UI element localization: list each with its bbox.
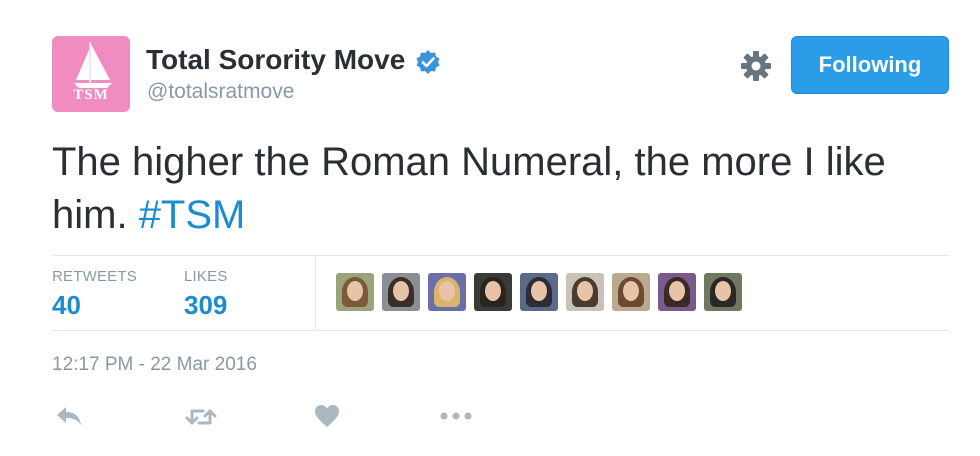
tweet-timestamp[interactable]: 12:17 PM - 22 Mar 2016: [52, 354, 257, 376]
liker-face: [485, 281, 501, 301]
hashtag-link[interactable]: #TSM: [139, 193, 246, 237]
liker-face: [347, 281, 363, 301]
liker-avatar[interactable]: [428, 273, 466, 311]
liker-face: [715, 281, 731, 301]
avatar[interactable]: TSM: [52, 36, 130, 112]
author-display-name[interactable]: Total Sorority Move: [146, 44, 405, 76]
liker-face: [393, 281, 409, 301]
more-options-icon[interactable]: [440, 411, 472, 421]
stats-separator: [315, 256, 316, 330]
verified-badge-icon: [416, 50, 440, 74]
avatar-logo-text: TSM: [73, 87, 109, 103]
liker-face: [623, 281, 639, 301]
following-button[interactable]: Following: [791, 36, 949, 94]
liker-face: [577, 281, 593, 301]
retweet-icon[interactable]: [185, 406, 217, 428]
tweet-text: The higher the Roman Numeral, the more I…: [52, 136, 932, 242]
liker-avatar[interactable]: [336, 273, 374, 311]
liker-avatar[interactable]: [658, 273, 696, 311]
likes-label: LIKES: [184, 268, 228, 285]
liker-face: [439, 281, 455, 301]
liker-avatar[interactable]: [382, 273, 420, 311]
liker-avatar[interactable]: [474, 273, 512, 311]
reply-icon[interactable]: [55, 405, 83, 427]
liker-face: [669, 281, 685, 301]
liker-avatar[interactable]: [566, 273, 604, 311]
liker-avatar[interactable]: [612, 273, 650, 311]
gear-icon[interactable]: [740, 50, 772, 82]
likers-avatars: [336, 273, 750, 311]
divider: [52, 330, 949, 331]
liker-avatar[interactable]: [704, 273, 742, 311]
like-heart-icon[interactable]: [314, 404, 340, 428]
retweets-label: RETWEETS: [52, 268, 137, 285]
liker-avatar[interactable]: [520, 273, 558, 311]
likes-count[interactable]: 309: [184, 290, 227, 321]
author-handle[interactable]: @totalsratmove: [147, 80, 294, 104]
liker-face: [531, 281, 547, 301]
retweets-count[interactable]: 40: [52, 290, 81, 321]
divider: [52, 255, 949, 256]
